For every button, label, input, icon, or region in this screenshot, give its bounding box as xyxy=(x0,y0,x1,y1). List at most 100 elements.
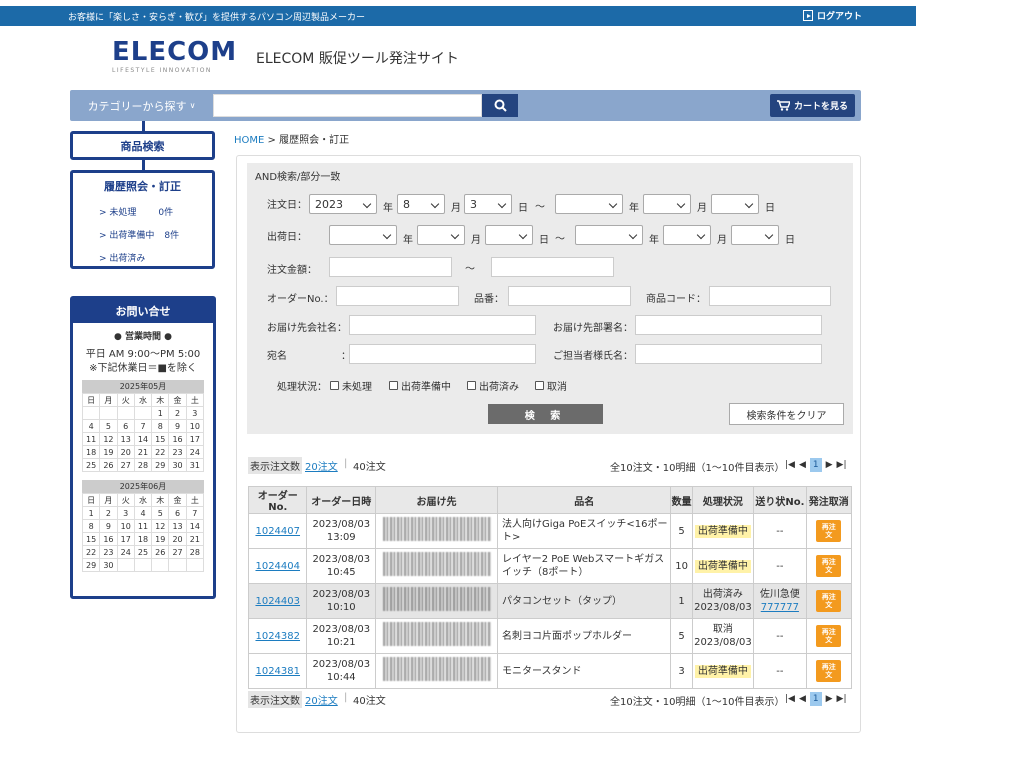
order-no-link[interactable]: 1024382 xyxy=(255,631,300,642)
item-name-cell: 名刺ヨコ片面ポップホルダー xyxy=(497,618,672,654)
first-page-icon[interactable]: |◀ xyxy=(785,694,795,704)
reorder-button[interactable]: 再注文 xyxy=(816,590,842,612)
calendar-day: 31 xyxy=(185,458,205,472)
prev-page-icon[interactable]: ◀ xyxy=(799,460,806,470)
calendar-day xyxy=(81,406,101,420)
order-date-from-day[interactable]: 3 xyxy=(464,194,512,214)
breadcrumb-separator: > xyxy=(264,135,280,146)
category-dropdown[interactable]: カテゴリーから探す ∨ xyxy=(70,90,213,121)
ship-carrier: -- xyxy=(776,665,784,677)
calendar-day: 1 xyxy=(151,406,170,420)
order-date-from-year[interactable]: 2023 xyxy=(309,194,377,214)
status-checkbox-unprocessed[interactable]: 未処理 xyxy=(330,378,372,393)
addressee-input[interactable] xyxy=(349,344,536,364)
logout-button[interactable]: ログアウト xyxy=(802,9,862,22)
status-cell: 出荷準備中 xyxy=(691,513,755,549)
order-date-from-month[interactable]: 8 xyxy=(397,194,445,214)
last-page-icon[interactable]: ▶| xyxy=(837,460,847,470)
range-tilde: 〜 xyxy=(555,234,565,245)
calendar-day xyxy=(185,558,205,572)
sidebar-item-shipped[interactable]: > 出荷済み xyxy=(73,246,212,269)
reorder-label: 再注文 xyxy=(821,558,836,574)
cancel-cell: 再注文 xyxy=(805,583,853,619)
order-no-link[interactable]: 1024407 xyxy=(255,526,300,537)
per-page-40-link[interactable]: 40注文 xyxy=(353,692,386,707)
order-no-link[interactable]: 1024381 xyxy=(255,666,300,677)
order-no-link[interactable]: 1024404 xyxy=(255,561,300,572)
item-no-input[interactable] xyxy=(508,286,631,306)
amount-from-input[interactable] xyxy=(329,257,452,277)
search-icon xyxy=(494,99,507,112)
status-checkbox-cancelled[interactable]: 取消 xyxy=(535,378,567,393)
calendar-day: 8 xyxy=(151,419,170,433)
calendar-day: 9 xyxy=(168,419,187,433)
next-page-icon[interactable]: ▶ xyxy=(826,694,833,704)
current-page[interactable]: 1 xyxy=(809,692,822,706)
sidebar-item-label: > 未処理 xyxy=(99,208,137,218)
calendar-day: 29 xyxy=(151,458,170,472)
ship-date-to-day[interactable] xyxy=(731,225,779,245)
dest-dept-input[interactable] xyxy=(635,315,822,335)
next-page-icon[interactable]: ▶ xyxy=(826,460,833,470)
prev-page-icon[interactable]: ◀ xyxy=(799,694,806,704)
status-checkbox-shipped[interactable]: 出荷済み xyxy=(467,378,519,393)
elecom-logo[interactable]: ELECOM LIFESTYLE INNOVATION xyxy=(112,38,237,74)
reorder-button[interactable]: 再注文 xyxy=(816,520,842,542)
ship-date-from-month[interactable] xyxy=(417,225,465,245)
weekday-header: 金 xyxy=(168,493,187,507)
status-checkbox-preparing[interactable]: 出荷準備中 xyxy=(389,378,451,393)
reorder-label: 再注文 xyxy=(821,593,836,609)
tracking-link[interactable]: 777777 xyxy=(761,602,799,613)
calendar-day: 6 xyxy=(168,506,187,520)
column-header: 処理状況 xyxy=(691,486,755,514)
ship-date-from-day[interactable] xyxy=(485,225,533,245)
redacted-destination xyxy=(382,552,491,576)
ship-date-to-year[interactable] xyxy=(575,225,643,245)
sidebar-item-unprocessed[interactable]: > 未処理 0件 xyxy=(73,200,212,223)
current-page[interactable]: 1 xyxy=(809,458,822,472)
contact-name-input[interactable] xyxy=(635,344,822,364)
column-header: 品名 xyxy=(497,486,672,514)
filter-search-button[interactable]: 検 索 xyxy=(488,404,603,424)
calendar-day: 17 xyxy=(185,432,205,446)
order-date-to-day[interactable] xyxy=(711,194,759,214)
per-page-20-link[interactable]: 20注文 xyxy=(305,458,338,473)
item-no-label: 品番： xyxy=(474,294,504,305)
search-button[interactable] xyxy=(482,94,518,117)
item-name-cell: 法人向けGiga PoEスイッチ<16ポート> xyxy=(497,513,672,549)
first-page-icon[interactable]: |◀ xyxy=(785,460,795,470)
day-unit: 日 xyxy=(785,235,795,246)
breadcrumb: HOME > 履歴照会・訂正 xyxy=(234,131,349,146)
reorder-button[interactable]: 再注文 xyxy=(816,625,842,647)
order-date: 2023/08/03 xyxy=(312,589,371,600)
calendar-day: 5 xyxy=(99,419,118,433)
sidebar-item-preparing[interactable]: > 出荷準備中 8件 xyxy=(73,223,212,246)
ship-date-to-month[interactable] xyxy=(663,225,711,245)
calendar-day: 28 xyxy=(133,458,153,472)
order-date-to-year[interactable] xyxy=(555,194,623,214)
weekday-header: 土 xyxy=(185,393,205,407)
amount-to-input[interactable] xyxy=(491,257,614,277)
order-date-to-month[interactable] xyxy=(643,194,691,214)
logo-subtitle: LIFESTYLE INNOVATION xyxy=(112,67,212,74)
clear-filter-button[interactable]: 検索条件をクリア xyxy=(729,403,844,425)
order-no-link[interactable]: 1024403 xyxy=(255,596,300,607)
product-code-input[interactable] xyxy=(709,286,831,306)
checkbox-label: 未処理 xyxy=(342,382,372,393)
status-badge: 出荷準備中 xyxy=(694,664,751,678)
ship-carrier: -- xyxy=(776,630,784,642)
per-page-20-link[interactable]: 20注文 xyxy=(305,692,338,707)
reorder-button[interactable]: 再注文 xyxy=(816,660,842,682)
per-page-40-link[interactable]: 40注文 xyxy=(353,458,386,473)
order-no-input[interactable] xyxy=(336,286,459,306)
product-search-button[interactable]: 商品検索 xyxy=(70,131,215,160)
last-page-icon[interactable]: ▶| xyxy=(837,694,847,704)
ship-date-from-year[interactable] xyxy=(329,225,397,245)
search-input[interactable] xyxy=(213,94,482,117)
reorder-button[interactable]: 再注文 xyxy=(816,555,842,577)
business-calendar: 2025年05月日月火水木金土 1 2 3 4 5 6 7 8 9 10 11 12 13 14 15 16 17… xyxy=(81,380,205,472)
dest-company-label: お届け先会社名： xyxy=(267,323,347,334)
breadcrumb-home[interactable]: HOME xyxy=(234,135,264,146)
view-cart-button[interactable]: カートを見る xyxy=(770,94,855,117)
dest-company-input[interactable] xyxy=(349,315,536,335)
